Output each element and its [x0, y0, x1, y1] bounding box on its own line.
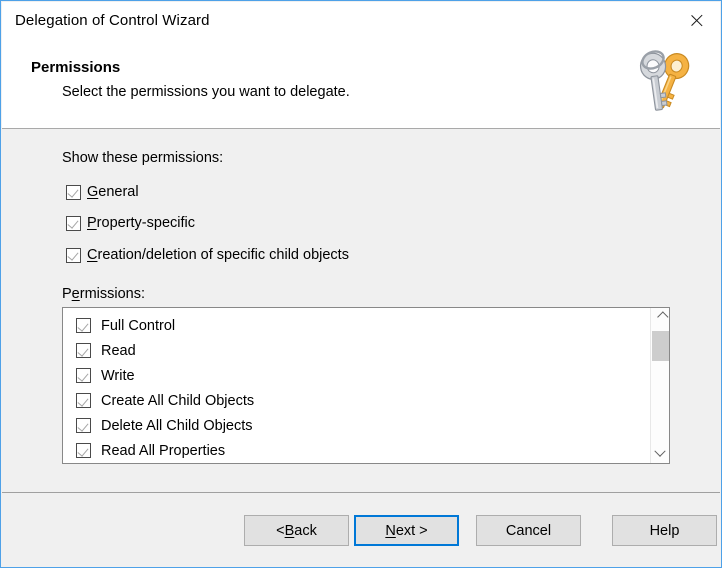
- scroll-up-button[interactable]: [651, 308, 669, 326]
- checkbox-row-creation-deletion[interactable]: Creation/deletion of specific child obje…: [66, 247, 349, 263]
- checkbox-property-specific[interactable]: [66, 215, 81, 231]
- checkbox-row-general[interactable]: General: [66, 184, 139, 200]
- show-permissions-label: Show these permissions:: [62, 150, 224, 166]
- delegation-of-control-wizard-dialog: Delegation of Control Wizard Permissions…: [0, 0, 722, 568]
- accel-char: P: [87, 215, 97, 231]
- list-item[interactable]: Read: [63, 338, 650, 363]
- label-rest: roperty-specific: [96, 215, 195, 231]
- list-item-label: Delete All Child Objects: [101, 417, 253, 434]
- checkbox-delete-all-child-objects[interactable]: [76, 418, 91, 433]
- checkbox-creation-deletion[interactable]: [66, 247, 81, 263]
- scrollbar-thumb[interactable]: [652, 331, 669, 361]
- page-subtitle: Select the permissions you want to deleg…: [62, 84, 350, 100]
- checkbox-read-all-properties[interactable]: [76, 443, 91, 458]
- chevron-up-icon: [657, 311, 669, 323]
- list-item[interactable]: Delete All Child Objects: [63, 413, 650, 438]
- btn-post: ext >: [395, 522, 428, 539]
- next-button[interactable]: Next >: [354, 515, 459, 546]
- close-button[interactable]: [674, 2, 720, 39]
- list-item[interactable]: Full Control: [63, 313, 650, 338]
- checkbox-general[interactable]: [66, 184, 81, 200]
- close-icon: [690, 13, 705, 28]
- btn-pre: Help: [649, 522, 680, 539]
- btn-pre: <: [276, 522, 285, 539]
- label-rest: eneral: [98, 184, 139, 200]
- page-title: Permissions: [31, 59, 121, 76]
- checkbox-property-specific-label: Property-specific: [87, 215, 195, 231]
- list-item-label: Create All Child Objects: [101, 392, 255, 409]
- help-button[interactable]: Help: [612, 515, 717, 546]
- keys-icon: [639, 50, 690, 111]
- checkbox-create-all-child-objects[interactable]: [76, 393, 91, 408]
- label-pre: P: [62, 286, 72, 302]
- accel-char: C: [87, 247, 98, 263]
- list-item-label: Read: [101, 342, 136, 359]
- list-item-label: Full Control: [101, 317, 176, 334]
- accel-char: e: [71, 286, 80, 302]
- titlebar: Delegation of Control Wizard: [2, 2, 720, 39]
- list-item[interactable]: Read All Properties: [63, 438, 650, 463]
- checkbox-creation-deletion-label: Creation/deletion of specific child obje…: [87, 247, 349, 263]
- scroll-down-button[interactable]: [651, 445, 669, 463]
- chevron-down-icon: [654, 445, 666, 457]
- accel-char: N: [385, 522, 396, 539]
- list-item-label: Write: [101, 367, 135, 384]
- accel-char: G: [87, 184, 99, 200]
- dialog-body: Show these permissions: General Property…: [2, 130, 720, 493]
- cancel-button[interactable]: Cancel: [476, 515, 581, 546]
- permissions-label: Permissions:: [62, 286, 145, 302]
- btn-pre: Cancel: [505, 522, 552, 539]
- list-item-label: Read All Properties: [101, 442, 226, 459]
- checkbox-row-property-specific[interactable]: Property-specific: [66, 215, 195, 231]
- checkbox-read[interactable]: [76, 343, 91, 358]
- checkbox-full-control[interactable]: [76, 318, 91, 333]
- btn-post: ack: [294, 522, 317, 539]
- label-post: rmissions:: [79, 286, 146, 302]
- label-rest: reation/deletion of specific child objec…: [97, 247, 349, 263]
- permissions-listbox[interactable]: Full Control Read Write Create All Child…: [62, 307, 670, 464]
- list-item[interactable]: Write: [63, 363, 650, 388]
- dialog-footer: < Back Next > Cancel Help: [2, 492, 720, 566]
- wizard-header: Permissions Select the permissions you w…: [2, 39, 720, 129]
- window-title: Delegation of Control Wizard: [15, 12, 210, 29]
- list-item[interactable]: Create All Child Objects: [63, 388, 650, 413]
- permissions-list: Full Control Read Write Create All Child…: [63, 308, 650, 463]
- checkbox-general-label: General: [87, 184, 139, 200]
- accel-char: B: [284, 522, 295, 539]
- back-button[interactable]: < Back: [244, 515, 349, 546]
- listbox-scrollbar[interactable]: [650, 308, 669, 463]
- checkbox-write[interactable]: [76, 368, 91, 383]
